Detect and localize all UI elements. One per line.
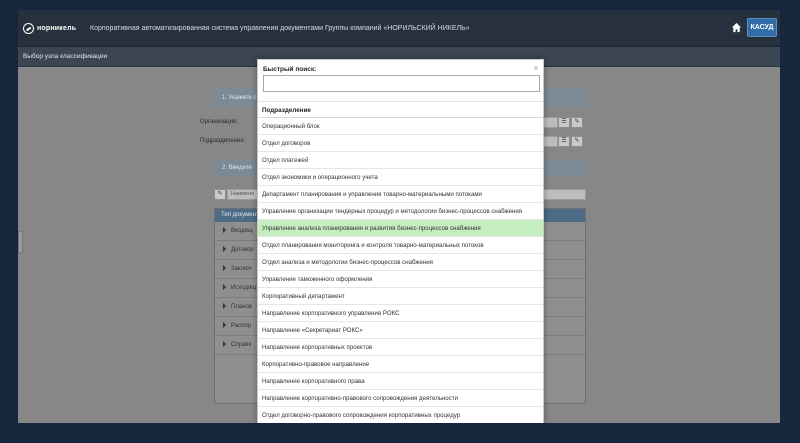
list-item-selected[interactable]: Управление анализа планирования и развит…	[258, 220, 543, 237]
logo-text: норникель	[37, 25, 77, 32]
kasud-button[interactable]: КАСУД	[747, 18, 777, 37]
app-window: норникель Корпоративная автоматизированн…	[18, 10, 780, 423]
list-item[interactable]: Управление организации тендерных процеду…	[258, 203, 543, 220]
department-clear-button[interactable]: ✎	[571, 136, 583, 147]
home-icon[interactable]	[731, 22, 742, 33]
quick-search-dialog: Быстрый поиск: × Подразделение Операцион…	[257, 59, 544, 423]
list-item[interactable]: Направление корпоративного управления РО…	[258, 305, 543, 322]
side-collapse-handle[interactable]	[18, 231, 23, 253]
expand-arrow-icon	[223, 246, 226, 253]
organization-clear-button[interactable]: ✎	[571, 117, 583, 128]
list-item[interactable]: Отдел платежей	[258, 152, 543, 169]
list-item[interactable]: Отдел договорно-правового сопровождения …	[258, 407, 543, 423]
list-item[interactable]: Направление корпоративного права	[258, 373, 543, 390]
expand-arrow-icon	[223, 265, 226, 272]
expand-arrow-icon	[223, 227, 226, 234]
department-label: Подразделение:	[200, 138, 246, 144]
quick-search-input[interactable]	[263, 75, 540, 92]
expand-arrow-icon	[223, 284, 226, 291]
list-item[interactable]: Департамент планирования и управления то…	[258, 186, 543, 203]
expand-arrow-icon	[223, 341, 226, 348]
edit-icon[interactable]: ✎	[214, 189, 226, 200]
list-item[interactable]: Корпоративно-правовое направление	[258, 356, 543, 373]
expand-arrow-icon	[223, 303, 226, 310]
department-list-button[interactable]: ☰	[558, 136, 570, 147]
list-item[interactable]: Отдел экономики и операционного учета	[258, 169, 543, 186]
list-item[interactable]: Направление корпоративных проектов	[258, 339, 543, 356]
list-item[interactable]: Отдел планирования мониторинга и контрол…	[258, 237, 543, 254]
organization-label: Организация:	[200, 119, 238, 125]
department-list: Подразделение Операционный блок Отдел дог…	[258, 101, 543, 423]
app-title: Корпоративная автоматизированная система…	[90, 25, 470, 32]
nornickel-logo-icon	[23, 23, 34, 34]
list-item[interactable]: Направление корпоративно-правового сопро…	[258, 390, 543, 407]
list-item[interactable]: Операционный блок	[258, 118, 543, 135]
top-bar: норникель Корпоративная автоматизированн…	[18, 10, 780, 47]
list-item[interactable]: Отдел договоров	[258, 135, 543, 152]
expand-arrow-icon	[223, 322, 226, 329]
list-item[interactable]: Управление таможенного оформления	[258, 271, 543, 288]
list-column-header: Подразделение	[258, 101, 543, 118]
list-item[interactable]: Отдел анализа и методологии бизнес-проце…	[258, 254, 543, 271]
organization-list-button[interactable]: ☰	[558, 117, 570, 128]
dialog-title: Быстрый поиск:	[263, 66, 317, 73]
list-item[interactable]: Направление «Секретариат РОКС»	[258, 322, 543, 339]
logo[interactable]: норникель	[23, 23, 76, 34]
close-icon[interactable]: ×	[531, 64, 541, 74]
list-item[interactable]: Корпоративный департамент	[258, 288, 543, 305]
